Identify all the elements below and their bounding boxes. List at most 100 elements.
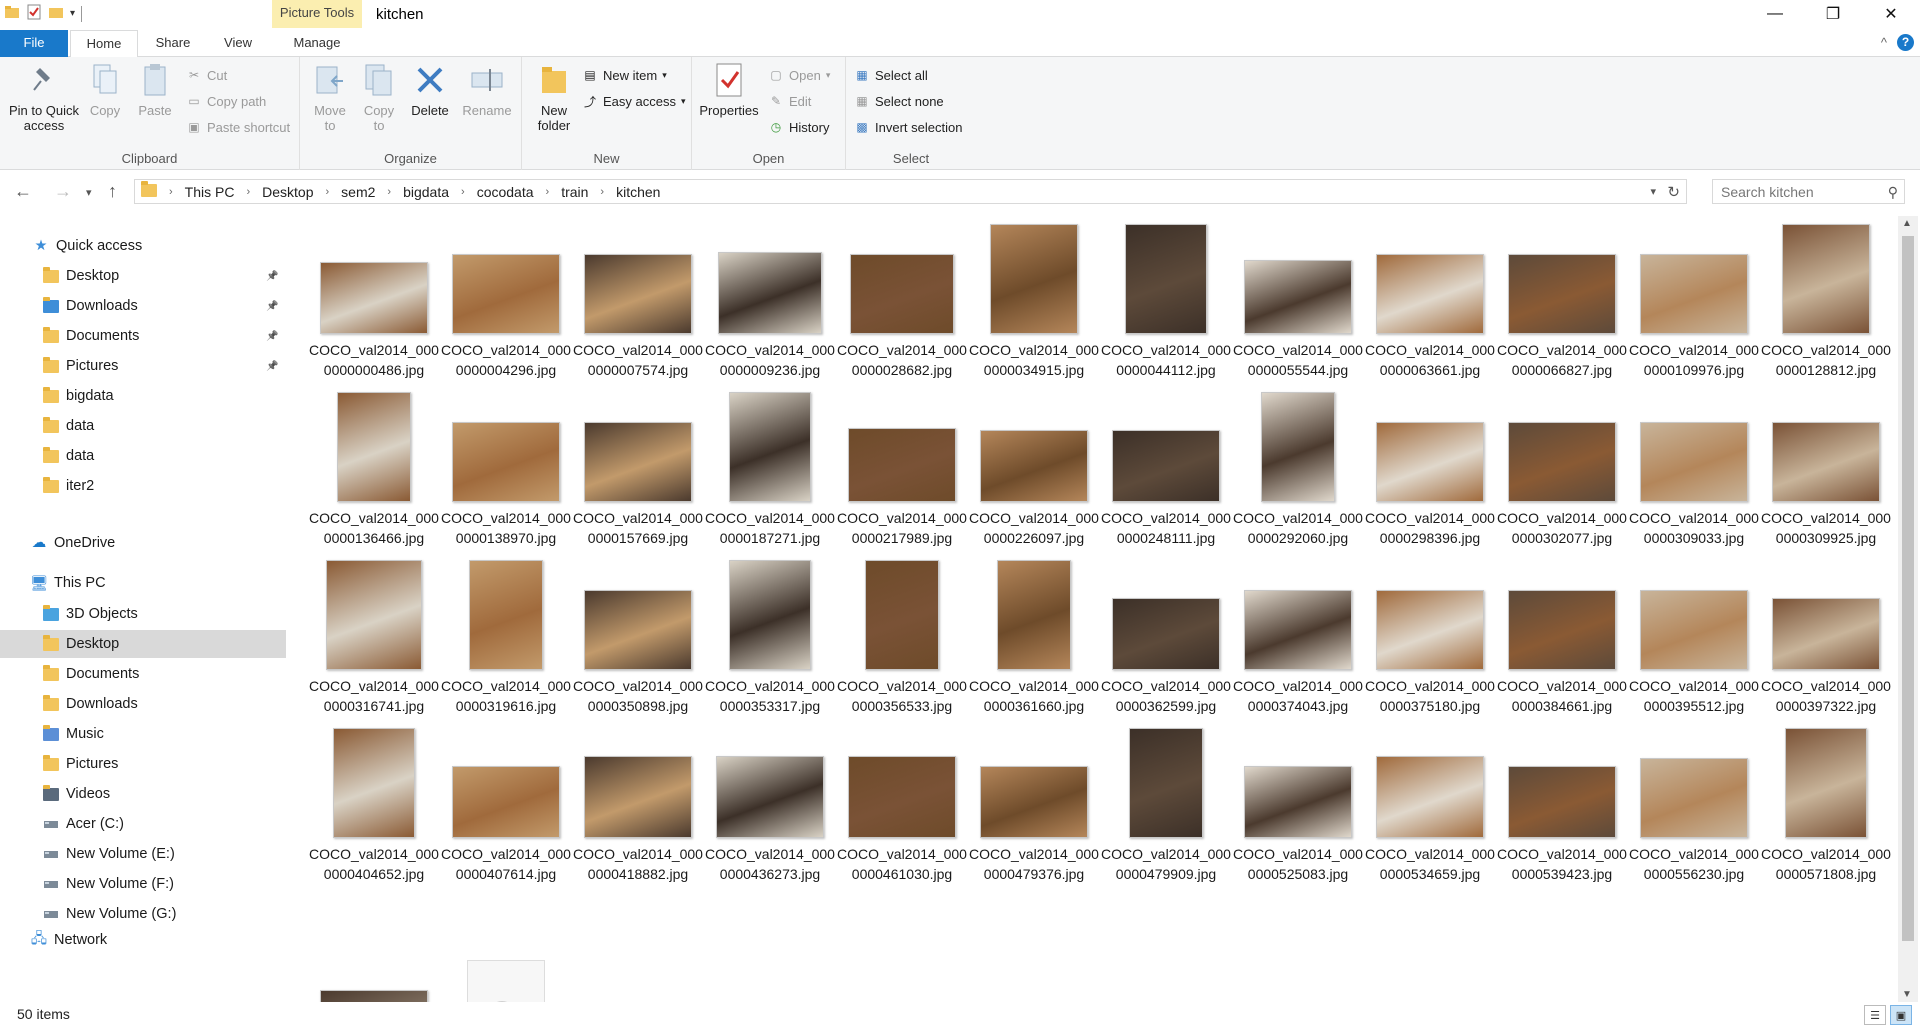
nav-pc-item[interactable]: Downloads — [0, 690, 286, 718]
tab-view[interactable]: View — [210, 30, 266, 57]
address-dropdown-icon[interactable]: ▾ — [1650, 185, 1656, 198]
tab-manage[interactable]: Manage — [272, 30, 362, 57]
file-item[interactable]: COCO_val2014_0000000128812.jpg — [1760, 224, 1892, 386]
file-item[interactable]: COCO_val2014_0000000361660.jpg — [968, 560, 1100, 722]
scroll-up-icon[interactable]: ▲ — [1902, 218, 1912, 229]
breadcrumb-kitchen[interactable]: kitchen — [616, 184, 660, 200]
details-view-icon[interactable]: ☰ — [1864, 1005, 1886, 1025]
history-button[interactable]: ◷ History — [768, 117, 830, 137]
breadcrumb-sem2[interactable]: sem2 — [341, 184, 375, 200]
pin-icon[interactable]: 📌 — [266, 271, 278, 282]
file-item[interactable]: COCO_val2014_0000000556230.jpg — [1628, 730, 1760, 890]
file-item[interactable]: COCO_val2014_0000000407614.jpg — [440, 730, 572, 890]
file-item[interactable]: COCO_val2014_0000000298396.jpg — [1364, 394, 1496, 554]
file-item[interactable]: COCO_val2014_0000000138970.jpg — [440, 394, 572, 554]
file-item[interactable]: COCO_val2014_0000000319616.jpg — [440, 560, 572, 722]
file-item[interactable]: COCO_val2014_0000000157669.jpg — [572, 394, 704, 554]
pin-icon[interactable]: 📌 — [266, 331, 278, 342]
breadcrumb-desktop[interactable]: Desktop — [262, 184, 313, 200]
edit-button[interactable]: ✎ Edit — [768, 91, 811, 111]
nav-pc-item[interactable]: Desktop — [0, 630, 286, 658]
file-item[interactable]: COCO_val2014_0000000226097.jpg — [968, 394, 1100, 554]
file-item[interactable]: COCO_val2014_0000000004296.jpg — [440, 226, 572, 386]
large-icons-view-icon[interactable]: ▣ — [1890, 1005, 1912, 1025]
file-item[interactable]: COCO_val2014_0000000136466.jpg — [308, 392, 440, 554]
customize-qat-icon[interactable]: ▾ — [70, 8, 75, 19]
nav-network[interactable]: 🖧 Network — [0, 926, 286, 954]
file-item[interactable]: COCO_val2014_0000000436273.jpg — [704, 730, 836, 890]
file-item[interactable]: COCO_val2014_0000000309033.jpg — [1628, 394, 1760, 554]
file-item[interactable]: COCO_val2014_0000000055544.jpg — [1232, 226, 1364, 386]
help-icon[interactable]: ? — [1897, 34, 1914, 51]
file-item[interactable]: COCO_val2014_0000000350898.jpg — [572, 562, 704, 722]
forward-arrow-icon[interactable]: → — [54, 181, 72, 202]
pin-quick-access-button[interactable]: Pin to Quick access — [4, 61, 84, 133]
close-button[interactable]: ✕ — [1862, 0, 1920, 28]
tab-home[interactable]: Home — [70, 30, 138, 58]
nav-this-pc[interactable]: 🖥 This PC — [0, 569, 286, 597]
nav-quick-item[interactable]: data — [0, 442, 286, 470]
nav-quick-item[interactable]: bigdata — [0, 382, 286, 410]
nav-onedrive[interactable]: ☁ OneDrive — [0, 529, 286, 557]
search-input[interactable]: Search kitchen ⚲ — [1712, 179, 1905, 204]
file-item[interactable]: COCO_val2014_0000000028682.jpg — [836, 226, 968, 386]
file-item[interactable]: COCO_val2014_0000000063661.jpg — [1364, 226, 1496, 386]
select-all-button[interactable]: ▦ Select all — [854, 65, 927, 85]
file-item[interactable]: COCO_val2014_0000000000486.jpg — [308, 226, 440, 386]
file-item[interactable]: COCO_val2014_0000000356533.jpg — [836, 560, 968, 722]
breadcrumb-train[interactable]: train — [561, 184, 588, 200]
file-item[interactable]: COCO_val2014_0000000395512.jpg — [1628, 562, 1760, 722]
file-item[interactable]: COCO_val2014_0000000248111.jpg — [1100, 394, 1232, 554]
file-item[interactable]: COCO_val2014_0000000362599.jpg — [1100, 562, 1232, 722]
breadcrumb-bigdata[interactable]: bigdata — [403, 184, 449, 200]
file-item[interactable]: COCO_val2014_0000000539423.jpg — [1496, 730, 1628, 890]
copy-button[interactable]: Copy — [84, 61, 126, 118]
scrollbar-thumb[interactable] — [1902, 236, 1914, 941]
file-item[interactable]: COCO_val2014_0000000479376.jpg — [968, 730, 1100, 890]
file-item[interactable]: COCO_val2014_0000000292060.jpg — [1232, 392, 1364, 554]
nav-pc-item[interactable]: Music — [0, 720, 286, 748]
tab-file[interactable]: File — [0, 30, 68, 57]
rename-button[interactable]: Rename — [460, 61, 514, 118]
nav-pc-item[interactable]: 3D Objects — [0, 600, 286, 628]
up-arrow-icon[interactable]: ↑ — [108, 181, 117, 202]
file-item[interactable]: COCO_val2014_0000000461030.jpg — [836, 730, 968, 890]
breadcrumb-this-pc[interactable]: This PC — [185, 184, 235, 200]
nav-quick-item[interactable]: Pictures 📌 — [0, 352, 286, 380]
collapse-ribbon-icon[interactable]: ^ — [1881, 35, 1887, 50]
move-to-button[interactable]: Move to — [308, 61, 352, 133]
vertical-scrollbar[interactable]: ▲ ▼ — [1898, 216, 1918, 1002]
copy-to-button[interactable]: Copy to — [358, 61, 400, 133]
file-item[interactable]: COCO_val2014_0000000375180.jpg — [1364, 562, 1496, 722]
paste-button[interactable]: Paste — [132, 61, 178, 118]
nav-pc-item[interactable]: New Volume (E:) — [0, 840, 286, 868]
file-item[interactable] — [308, 898, 440, 1002]
nav-quick-item[interactable]: iter2 — [0, 472, 286, 500]
address-bar[interactable]: › This PC › Desktop › sem2 › bigdata › c… — [134, 179, 1687, 204]
restore-button[interactable]: ❐ — [1804, 0, 1862, 28]
file-item[interactable]: COCO_val2014_0000000044112.jpg — [1100, 224, 1232, 386]
pin-icon[interactable]: 📌 — [266, 361, 278, 372]
file-item[interactable] — [440, 898, 572, 1002]
recent-locations-icon[interactable]: ▾ — [86, 186, 92, 199]
properties-check-icon[interactable] — [26, 4, 42, 23]
copy-path-button[interactable]: ▭ Copy path — [186, 91, 266, 111]
pin-icon[interactable]: 📌 — [266, 301, 278, 312]
file-item[interactable]: COCO_val2014_0000000571808.jpg — [1760, 728, 1892, 890]
breadcrumb-cocodata[interactable]: cocodata — [477, 184, 534, 200]
file-item[interactable]: COCO_val2014_0000000418882.jpg — [572, 730, 704, 890]
nav-pc-item[interactable]: Acer (C:) — [0, 810, 286, 838]
nav-pc-item[interactable]: New Volume (F:) — [0, 870, 286, 898]
file-item[interactable]: COCO_val2014_0000000009236.jpg — [704, 226, 836, 386]
easy-access-button[interactable]: ⤴ Easy access ▾ — [582, 91, 686, 111]
paste-shortcut-button[interactable]: ▣ Paste shortcut — [186, 117, 290, 137]
delete-button[interactable]: Delete — [408, 61, 452, 118]
nav-quick-access[interactable]: ★ Quick access — [0, 232, 286, 260]
nav-pc-item[interactable]: Videos — [0, 780, 286, 808]
scroll-down-icon[interactable]: ▼ — [1902, 989, 1912, 1000]
file-item[interactable]: COCO_val2014_0000000525083.jpg — [1232, 730, 1364, 890]
tab-share[interactable]: Share — [140, 30, 206, 57]
nav-quick-item[interactable]: Documents 📌 — [0, 322, 286, 350]
new-item-button[interactable]: ▤ New item ▾ — [582, 65, 666, 85]
file-item[interactable]: COCO_val2014_0000000374043.jpg — [1232, 562, 1364, 722]
